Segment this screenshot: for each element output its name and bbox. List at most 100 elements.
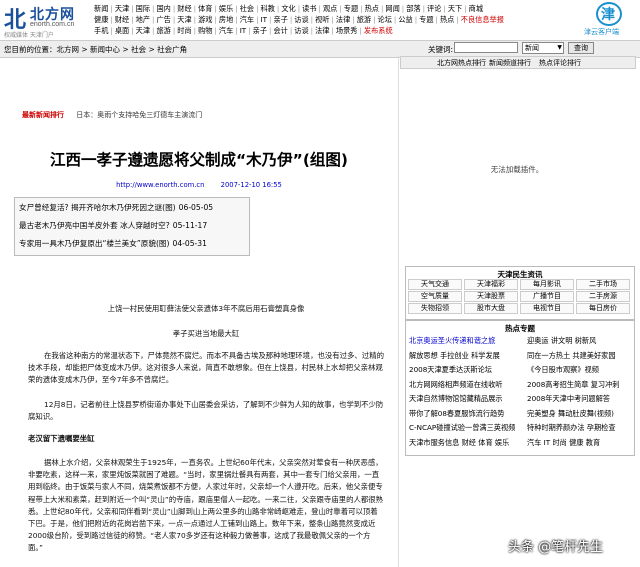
service-link[interactable]: 天津股票 xyxy=(464,291,518,302)
hot-topic-link[interactable]: C-NCAP碰撞试验一曾满三英视频 xyxy=(409,423,527,433)
nav-link[interactable]: 观点 xyxy=(321,4,339,13)
hot-topic-link[interactable]: 天津自然博物馆馆藏精品展示 xyxy=(409,394,527,404)
nav-link[interactable]: 体育 xyxy=(196,4,214,13)
related-articles-box: 女尸曾经复活? 揭开齐哈尔木乃伊死因之谜(图) 06-05-05 最古老木乃伊亮中… xyxy=(14,197,250,256)
hot-topic-link[interactable]: 《今日股市观察》视频 xyxy=(527,365,599,375)
service-link[interactable]: 空气质量 xyxy=(408,291,462,302)
service-link[interactable]: 失物招领 xyxy=(408,303,462,314)
nav-link[interactable]: 法律 xyxy=(313,26,331,35)
service-link[interactable]: 天津福彩 xyxy=(464,279,518,290)
search-category-select[interactable]: 新闻 ▼ xyxy=(522,42,564,54)
nav-link[interactable]: 地产 xyxy=(134,15,152,24)
hot-topic-link[interactable]: 迎奥运 讲文明 树新风 xyxy=(527,336,596,346)
nav-link[interactable]: 新闻 xyxy=(92,4,110,13)
nav-link[interactable]: 财经 xyxy=(175,4,193,13)
hot-topic-link[interactable]: 北京奥运圣火传递和谐之旅 xyxy=(409,336,527,346)
nav-link[interactable]: 汽车 xyxy=(238,15,256,24)
service-link[interactable]: 电视节目 xyxy=(520,303,574,314)
nav-link[interactable]: 游戏 xyxy=(196,15,214,24)
hot-topic-link[interactable]: 天津市服务信息 财经 体育 娱乐 xyxy=(409,438,527,448)
nav-link[interactable]: 财经 xyxy=(113,15,131,24)
site-logo[interactable]: 北 北方网 enorth.com.cn 权威媒体 天津门户 xyxy=(4,2,88,39)
breadcrumb[interactable]: 您目前的位置：北方网 > 新闻中心 > 社会 > 社会广角 xyxy=(4,44,187,55)
related-article-title[interactable]: 专家用一具木乃伊复原出“楼兰美女”原貌(图) xyxy=(19,239,169,248)
nav-link[interactable]: 专题 xyxy=(417,15,435,24)
hot-topic-link[interactable]: 2008天津夏季达沃斯论坛 xyxy=(409,365,527,375)
related-article[interactable]: 女尸曾经复活? 揭开齐哈尔木乃伊死因之谜(图) 06-05-05 xyxy=(19,202,213,213)
service-link[interactable]: 股市大盘 xyxy=(464,303,518,314)
nav-link[interactable]: 桌面 xyxy=(113,26,131,35)
tab-site-hot[interactable]: 北方网热点排行 xyxy=(437,58,486,68)
nav-link[interactable]: 文化 xyxy=(279,4,297,13)
nav-link[interactable]: 社会 xyxy=(238,4,256,13)
nav-link[interactable]: 专题 xyxy=(342,4,360,13)
article-date: 2007-12-10 16:55 xyxy=(220,181,282,189)
nav-link[interactable]: 视听 xyxy=(313,15,331,24)
nav-link[interactable]: 亲子 xyxy=(271,15,289,24)
nav-link[interactable]: 场景秀 xyxy=(334,26,360,35)
nav-link[interactable]: 热点 xyxy=(438,15,456,24)
service-link[interactable]: 二手市场 xyxy=(576,279,630,290)
hot-topic-link[interactable]: 解放思想 手拉创业 科学发展 xyxy=(409,351,527,361)
hot-topic-link[interactable]: 2008年天津中考问题解答 xyxy=(527,394,610,404)
nav-link[interactable]: 访谈 xyxy=(292,15,310,24)
service-link[interactable]: 广播节目 xyxy=(520,291,574,302)
nav-link[interactable]: 评论 xyxy=(425,4,443,13)
nav-link[interactable]: 旅游 xyxy=(154,26,172,35)
article-source[interactable]: http://www.enorth.com.cn xyxy=(116,181,204,189)
nav-link[interactable]: 健康 xyxy=(92,15,110,24)
related-article[interactable]: 最古老木乃伊亮中国羊皮外套 冰人穿越时空? 05-11-17 xyxy=(19,220,207,231)
nav-link[interactable]: 国际 xyxy=(134,4,152,13)
hot-topic-link[interactable]: 汽车 IT 时尚 健康 教育 xyxy=(527,438,600,448)
nav-link[interactable]: 论坛 xyxy=(376,15,394,24)
service-link[interactable]: 每月影讯 xyxy=(520,279,574,290)
nav-link[interactable]: 汽车 xyxy=(217,26,235,35)
search-input[interactable] xyxy=(454,42,518,53)
nav-link[interactable]: 娱乐 xyxy=(217,4,235,13)
related-article-title[interactable]: 女尸曾经复活? 揭开齐哈尔木乃伊死因之谜(图) xyxy=(19,203,176,212)
nav-link[interactable]: 不良信息举报 xyxy=(459,15,506,24)
nav-link[interactable]: 科教 xyxy=(259,4,277,13)
tab-news-rank[interactable]: 新闻频道排行 xyxy=(489,58,531,68)
related-article-title[interactable]: 最古老木乃伊亮中国羊皮外套 冰人穿越时空? xyxy=(19,221,170,230)
nav-link[interactable]: 会计 xyxy=(271,26,289,35)
nav-link[interactable]: 国内 xyxy=(154,4,172,13)
hot-topic-link[interactable]: 2008高考招生简章 复习冲刺 xyxy=(527,380,619,390)
service-link[interactable]: 天气交通 xyxy=(408,279,462,290)
hot-topic-link[interactable]: 带你了解08春夏服饰流行趋势 xyxy=(409,409,527,419)
nav-link[interactable]: 发布系统 xyxy=(362,26,395,35)
nav-link[interactable]: 网闻 xyxy=(383,4,401,13)
tab-comment-rank[interactable]: 热点评论排行 xyxy=(539,58,581,68)
news-ticker[interactable]: 最新新闻排行 日本：奥雨个支持哈免三灯德车主演流门 xyxy=(22,110,372,120)
nav-link[interactable]: 手机 xyxy=(92,26,110,35)
hot-topic-link[interactable]: 同在一方热土 共建美好家园 xyxy=(527,351,616,361)
nav-link[interactable]: 购物 xyxy=(196,26,214,35)
nav-link[interactable]: 部落 xyxy=(404,4,422,13)
nav-link[interactable]: 读书 xyxy=(300,4,318,13)
service-link[interactable]: 二手房源 xyxy=(576,291,630,302)
nav-link[interactable]: 天津 xyxy=(113,4,131,13)
nav-link[interactable]: 天下 xyxy=(446,4,464,13)
nav-link[interactable]: IT xyxy=(259,15,270,24)
nav-link[interactable]: 天津 xyxy=(134,26,152,35)
nav-link[interactable]: 时尚 xyxy=(175,26,193,35)
hot-topic-link[interactable]: 完美塑身 舞动肚皮舞(视频) xyxy=(527,409,614,419)
nav-link[interactable]: 公益 xyxy=(396,15,414,24)
related-article[interactable]: 专家用一具木乃伊复原出“楼兰美女”原貌(图) 04-05-31 xyxy=(19,238,207,249)
nav-link[interactable]: 亲子 xyxy=(251,26,269,35)
service-link[interactable]: 每日房价 xyxy=(576,303,630,314)
search-button[interactable]: 查询 xyxy=(568,42,594,54)
jinyun-app-logo[interactable]: 津 津云客户端 xyxy=(584,2,636,36)
nav-link[interactable]: 法律 xyxy=(334,15,352,24)
nav-link[interactable]: 房地 xyxy=(217,15,235,24)
nav-link[interactable]: 热点 xyxy=(363,4,381,13)
nav-link[interactable]: 商城 xyxy=(467,4,485,13)
ticker-text[interactable]: 日本：奥雨个支持哈免三灯德车主演流门 xyxy=(76,111,202,119)
nav-link[interactable]: 旅游 xyxy=(355,15,373,24)
hot-topic-link[interactable]: 北方网网络相声频道在线收听 xyxy=(409,380,527,390)
nav-link[interactable]: 访谈 xyxy=(292,26,310,35)
nav-link[interactable]: IT xyxy=(238,26,249,35)
nav-link[interactable]: 广告 xyxy=(154,15,172,24)
nav-link[interactable]: 天津 xyxy=(175,15,193,24)
hot-topic-link[interactable]: 特种时期养颜办法 孕期检查 xyxy=(527,423,616,433)
